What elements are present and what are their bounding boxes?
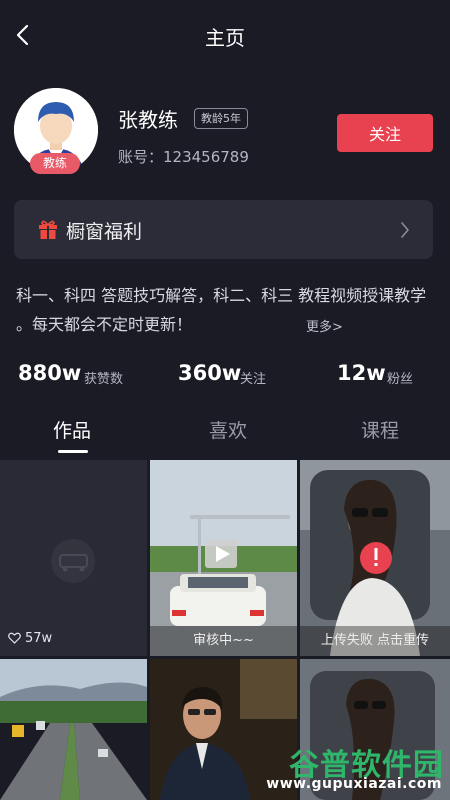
highway-thumbnail <box>0 659 147 800</box>
following-label: 关注 <box>240 372 267 387</box>
account-id: 账号：123456789 <box>118 148 249 166</box>
coach-badge: 教练 <box>30 153 80 174</box>
follow-button[interactable]: 关注 <box>337 114 433 152</box>
teaching-years-badge: 教龄5年 <box>194 108 248 129</box>
shop-window-label: 橱窗福利 <box>66 221 143 243</box>
watermark-url: www.gupuxiazai.com <box>266 776 442 792</box>
video-status-caption: 上传失败 点击重传 <box>300 626 450 656</box>
chevron-right-icon <box>401 222 409 238</box>
video-status-caption: 审核中~~ <box>150 626 297 656</box>
video-like-count: 57w <box>25 631 53 646</box>
tab-courses[interactable]: 课程 <box>361 416 399 443</box>
likes-label: 获赞数 <box>84 372 124 387</box>
video-thumb[interactable]: 上传失败 点击重传 <box>300 460 450 656</box>
tab-likes[interactable]: 喜欢 <box>209 416 247 443</box>
page-title: 主页 <box>205 26 245 50</box>
video-placeholder-icon <box>51 539 95 583</box>
active-tab-indicator <box>58 450 88 453</box>
bio-more-link[interactable]: 更多> <box>306 316 343 335</box>
video-thumb[interactable] <box>0 659 147 800</box>
video-thumb[interactable]: 57w <box>0 460 147 656</box>
heart-icon <box>8 632 21 644</box>
likes-count: 880w <box>18 361 82 385</box>
profile-name: 张教练 <box>118 108 178 132</box>
gift-icon <box>39 220 57 239</box>
following-count[interactable]: 360w <box>178 361 241 385</box>
followers-count[interactable]: 12w <box>337 361 386 385</box>
shop-window-row[interactable]: 橱窗福利 <box>14 200 433 259</box>
followers-label: 粉丝 <box>387 372 414 387</box>
tab-works[interactable]: 作品 <box>53 416 91 443</box>
video-thumb[interactable]: 审核中~~ <box>150 460 297 656</box>
profile-bio: 科一、科四 答题技巧解答，科二、科三 教程视频授课教学 。每天都会不定时更新！ <box>16 286 427 334</box>
top-bar: 主页 <box>0 10 450 60</box>
